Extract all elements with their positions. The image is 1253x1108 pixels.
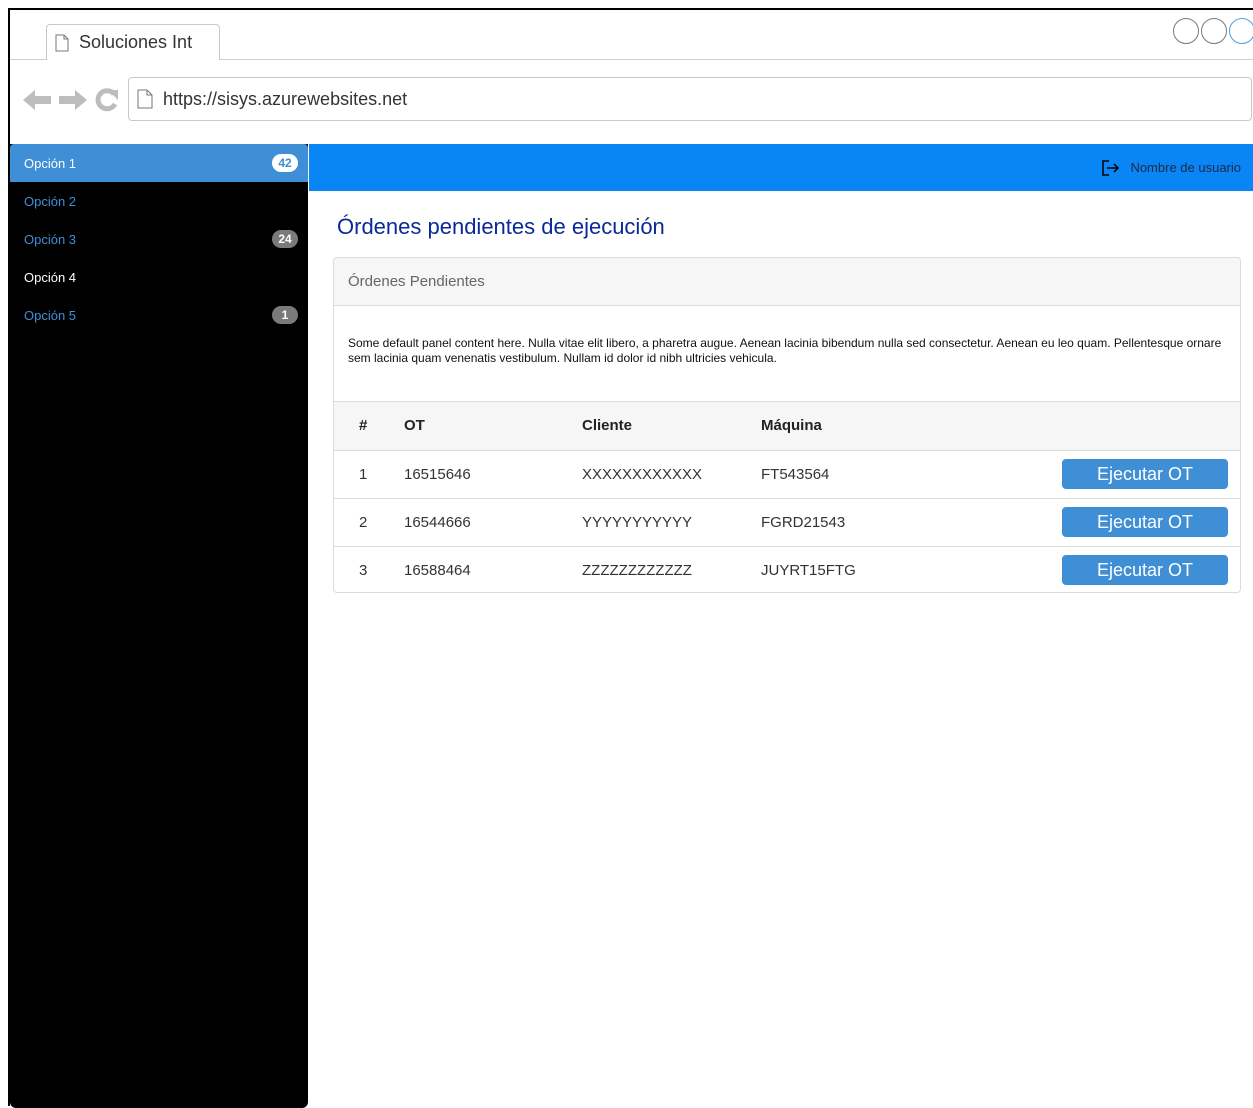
cell-maquina: FT543564: [761, 465, 830, 483]
address-bar[interactable]: https://sisys.azurewebsites.net: [128, 77, 1252, 121]
user-menu[interactable]: Nombre de usuario: [1102, 159, 1241, 176]
cell-cliente: ZZZZZZZZZZZZ: [582, 561, 692, 579]
orders-panel: Órdenes Pendientes Some default panel co…: [333, 257, 1241, 593]
sidebar-item-label: Opción 3: [24, 231, 77, 247]
table-row: 1 16515646 XXXXXXXXXXXX FT543564 Ejecuta…: [334, 450, 1240, 498]
page-title: Órdenes pendientes de ejecución: [337, 214, 665, 239]
sidebar-item-opcion-5[interactable]: Opción 5 1: [10, 296, 308, 334]
column-header: Máquina: [761, 417, 822, 435]
cell-number: 1: [359, 465, 368, 483]
panel-heading: Órdenes Pendientes: [334, 258, 1240, 306]
cell-action: Ejecutar OT: [1011, 546, 1240, 592]
cell-action: Ejecutar OT: [1011, 498, 1240, 546]
orders-table: # OT Cliente Máquina 1 16515646 XXXXXXXX…: [334, 402, 1240, 592]
sidebar-item-label: Opción 2: [24, 193, 77, 209]
sidebar-item-opcion-3[interactable]: Opción 3 24: [10, 220, 308, 258]
table-header-row: # OT Cliente Máquina: [334, 402, 1240, 450]
top-header-bar: Nombre de usuario: [309, 144, 1253, 191]
cell-ot: 16588464: [404, 561, 471, 579]
sidebar-item-label: Opción 5: [24, 307, 77, 323]
browser-tab[interactable]: Soluciones Int: [46, 24, 220, 60]
page-icon: [55, 34, 69, 51]
user-name: Nombre de usuario: [1130, 160, 1241, 175]
cell-number: 2: [359, 513, 368, 531]
cell-action: Ejecutar OT: [1011, 450, 1240, 498]
navigation-bar: https://sisys.azurewebsites.net: [10, 61, 1253, 143]
cell-cliente: YYYYYYYYYYY: [582, 513, 693, 531]
sidebar-item-label: Opción 4: [24, 269, 77, 285]
table-row: 2 16544666 YYYYYYYYYYY FGRD21543 Ejecuta…: [334, 498, 1240, 546]
column-header: OT: [404, 417, 425, 435]
tab-bar: Soluciones Int: [10, 10, 1253, 60]
sidebar-item-opcion-2[interactable]: Opción 2: [10, 182, 308, 220]
cell-ot: 16544666: [404, 513, 471, 531]
count-badge: 24: [272, 230, 298, 248]
cell-maquina: FGRD21543: [761, 513, 846, 531]
ejecutar-ot-button[interactable]: Ejecutar OT: [1062, 459, 1228, 489]
back-arrow-icon[interactable]: [22, 88, 52, 112]
table-row: 3 16588464 ZZZZZZZZZZZZ JUYRT15FTG Ejecu…: [334, 546, 1240, 592]
column-header-actions: [1011, 402, 1240, 450]
column-header: Cliente: [582, 417, 633, 435]
ejecutar-ot-button[interactable]: Ejecutar OT: [1062, 507, 1228, 537]
browser-window: Soluciones Int https://sisys.azurewebsit…: [8, 8, 1253, 1108]
maximize-button[interactable]: [1201, 18, 1227, 44]
sidebar: Opción 1 42 Opción 2 Opción 3 24 Opción …: [10, 144, 308, 1108]
logout-icon: [1102, 159, 1120, 176]
sidebar-item-opcion-4[interactable]: Opción 4: [10, 258, 308, 296]
window-controls: [1173, 18, 1253, 44]
count-badge: 42: [272, 154, 298, 172]
cell-cliente: XXXXXXXXXXXX: [582, 465, 703, 483]
sidebar-item-label: Opción 1: [24, 155, 77, 171]
url-text: https://sisys.azurewebsites.net: [163, 88, 408, 109]
count-badge: 1: [272, 306, 298, 324]
cell-number: 3: [359, 561, 368, 579]
tab-title: Soluciones Int: [79, 32, 193, 52]
nav-controls: [22, 87, 120, 113]
cell-maquina: JUYRT15FTG: [761, 561, 856, 579]
reload-icon[interactable]: [94, 87, 120, 113]
ejecutar-ot-button[interactable]: Ejecutar OT: [1062, 555, 1228, 586]
page-icon: [137, 89, 153, 109]
forward-arrow-icon[interactable]: [58, 88, 88, 112]
column-header: #: [359, 417, 368, 435]
cell-ot: 16515646: [404, 465, 471, 483]
minimize-button[interactable]: [1173, 18, 1199, 44]
panel-body-text: Some default panel content here. Nulla v…: [334, 306, 1240, 402]
sidebar-item-opcion-1[interactable]: Opción 1 42: [10, 144, 308, 182]
close-button[interactable]: [1229, 18, 1253, 44]
